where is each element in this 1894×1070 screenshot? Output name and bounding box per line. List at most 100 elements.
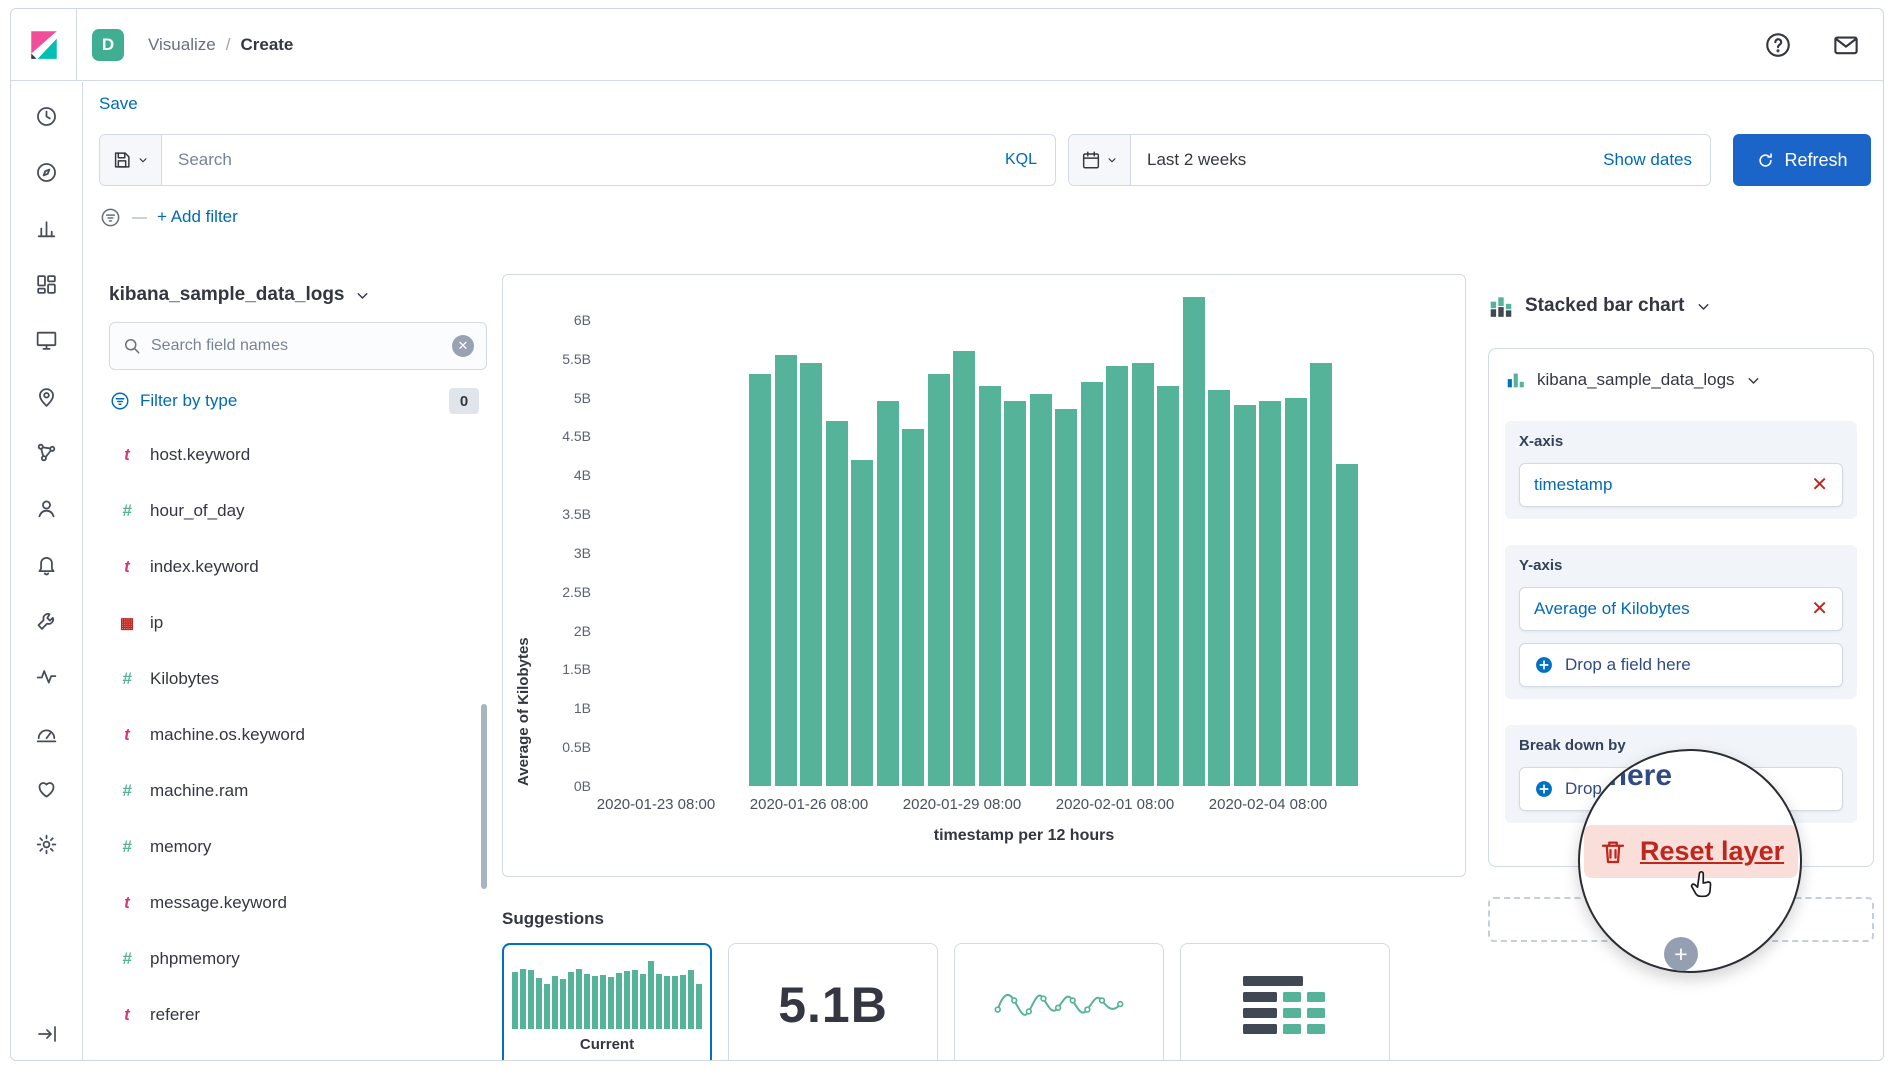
chart-bar[interactable]	[1285, 398, 1307, 786]
layer-chart-icon	[1505, 369, 1527, 391]
field-item[interactable]: #memory	[109, 822, 487, 872]
chart-bar[interactable]	[877, 401, 899, 786]
field-item[interactable]: ▦ip	[109, 598, 487, 648]
saved-query-menu-button[interactable]	[100, 135, 162, 185]
field-item[interactable]: #hour_of_day	[109, 486, 487, 536]
field-item[interactable]: tmachine.os.keyword	[109, 710, 487, 760]
field-item[interactable]: #Kilobytes	[109, 654, 487, 704]
time-range-value[interactable]: Last 2 weeks	[1131, 150, 1246, 170]
stack-management-icon[interactable]	[34, 832, 59, 857]
dashboard-icon[interactable]	[34, 272, 59, 297]
field-list-scrollbar[interactable]	[481, 704, 487, 889]
save-button[interactable]: Save	[99, 94, 138, 113]
breadcrumb-visualize[interactable]: Visualize	[148, 35, 216, 55]
suggestion-current[interactable]: Current	[502, 943, 712, 1061]
metrics-icon[interactable]	[34, 720, 59, 745]
uptime-icon[interactable]	[34, 776, 59, 801]
help-icon[interactable]	[1763, 30, 1793, 60]
query-bar: KQL Last 2 weeks Show dates Refresh	[99, 134, 1883, 186]
mini-bar	[592, 976, 598, 1029]
chart-bar[interactable]	[1336, 464, 1358, 786]
discover-icon[interactable]	[34, 160, 59, 185]
chart-bar[interactable]	[1030, 394, 1052, 786]
chart-bar[interactable]	[953, 351, 975, 786]
chart-type-switcher[interactable]: Stacked bar chart	[1488, 292, 1874, 320]
canvas-icon[interactable]	[34, 328, 59, 353]
field-item[interactable]: #phpmemory	[109, 934, 487, 984]
collapse-nav-icon[interactable]	[11, 1022, 82, 1046]
kibana-logo-icon[interactable]	[27, 28, 61, 62]
kql-language-button[interactable]: KQL	[1005, 151, 1055, 169]
chart-bar[interactable]	[1132, 363, 1154, 786]
visualization-column: Average of Kilobytes 6B5.5B5B4.5B4B3.5B3…	[502, 274, 1466, 1061]
current-label: Current	[580, 1036, 634, 1053]
mini-bar	[512, 972, 518, 1029]
alerts-icon[interactable]	[34, 552, 59, 577]
recently-viewed-icon[interactable]	[34, 104, 59, 129]
chart-bar[interactable]	[902, 429, 924, 786]
chart-bar[interactable]	[928, 374, 950, 786]
refresh-icon	[1756, 151, 1775, 170]
refresh-button[interactable]: Refresh	[1733, 134, 1871, 186]
chart-bar[interactable]	[1081, 382, 1103, 786]
dev-tools-icon[interactable]	[34, 608, 59, 633]
chart-bar[interactable]	[1055, 409, 1077, 786]
chart-bar[interactable]	[1004, 401, 1026, 786]
header-actions	[1763, 30, 1861, 60]
field-search-input[interactable]	[151, 337, 443, 355]
show-dates-button[interactable]: Show dates	[1603, 150, 1710, 170]
field-name: message.keyword	[150, 893, 287, 913]
layer-index-pattern[interactable]: kibana_sample_data_logs	[1505, 365, 1857, 395]
chart-bar[interactable]	[1157, 386, 1179, 786]
users-icon[interactable]	[34, 496, 59, 521]
field-item[interactable]: tindex.keyword	[109, 542, 487, 592]
chart-bar[interactable]	[826, 421, 848, 786]
number-field-icon: #	[117, 837, 137, 857]
x-tick: 2020-02-01 08:00	[1056, 796, 1174, 813]
field-item[interactable]: #machine.ram	[109, 766, 487, 816]
mini-bar	[680, 975, 686, 1029]
chart-bar[interactable]	[1310, 363, 1332, 786]
remove-dimension-icon[interactable]: ✕	[1811, 599, 1828, 619]
y-drop-zone[interactable]: Drop a field here	[1519, 643, 1843, 687]
filter-count-badge: 0	[449, 388, 479, 414]
machine-learning-icon[interactable]	[34, 440, 59, 465]
space-avatar[interactable]: D	[92, 29, 124, 61]
chart-bar[interactable]	[1183, 297, 1205, 786]
chart-bar[interactable]	[775, 355, 797, 786]
chart-bar[interactable]	[1208, 390, 1230, 786]
chart-bar[interactable]	[1234, 405, 1256, 786]
chart-bar[interactable]	[1259, 401, 1281, 786]
newsfeed-icon[interactable]	[1831, 30, 1861, 60]
filter-icon[interactable]	[99, 206, 122, 229]
clear-search-icon[interactable]: ✕	[452, 335, 474, 357]
suggestion-metric[interactable]: 5.1B	[728, 943, 938, 1061]
x-tick: 2020-01-23 08:00	[597, 796, 715, 813]
field-item[interactable]: tmessage.keyword	[109, 878, 487, 928]
maps-icon[interactable]	[34, 384, 59, 409]
chart-bar[interactable]	[1106, 366, 1128, 786]
chart-bar[interactable]	[851, 460, 873, 786]
index-pattern-switcher[interactable]: kibana_sample_data_logs	[109, 284, 487, 306]
add-filter-button[interactable]: + Add filter	[157, 207, 238, 227]
date-quick-menu-button[interactable]	[1069, 135, 1131, 185]
add-layer-button[interactable]: +	[1664, 937, 1698, 971]
filter-by-type-button[interactable]: Filter by type	[140, 391, 237, 411]
x-dimension[interactable]: timestamp ✕	[1519, 463, 1843, 507]
y-tick: 4B	[574, 467, 591, 483]
search-input[interactable]	[162, 150, 1005, 170]
remove-dimension-icon[interactable]: ✕	[1811, 475, 1828, 495]
chart-bar[interactable]	[800, 363, 822, 786]
field-item[interactable]: treferer	[109, 990, 487, 1040]
visualize-icon[interactable]	[34, 216, 59, 241]
chart-bar[interactable]	[749, 374, 771, 786]
layer-index-pattern-name: kibana_sample_data_logs	[1537, 370, 1735, 390]
chart-bar[interactable]	[979, 386, 1001, 786]
filter-bar: — + Add filter	[99, 202, 1883, 232]
bar-chart-plot[interactable]	[599, 281, 1449, 786]
y-dimension[interactable]: Average of Kilobytes ✕	[1519, 587, 1843, 631]
suggestion-data-table[interactable]	[1180, 943, 1390, 1061]
field-item[interactable]: thost.keyword	[109, 430, 487, 480]
logs-icon[interactable]	[34, 664, 59, 689]
suggestion-line-chart[interactable]	[954, 943, 1164, 1061]
